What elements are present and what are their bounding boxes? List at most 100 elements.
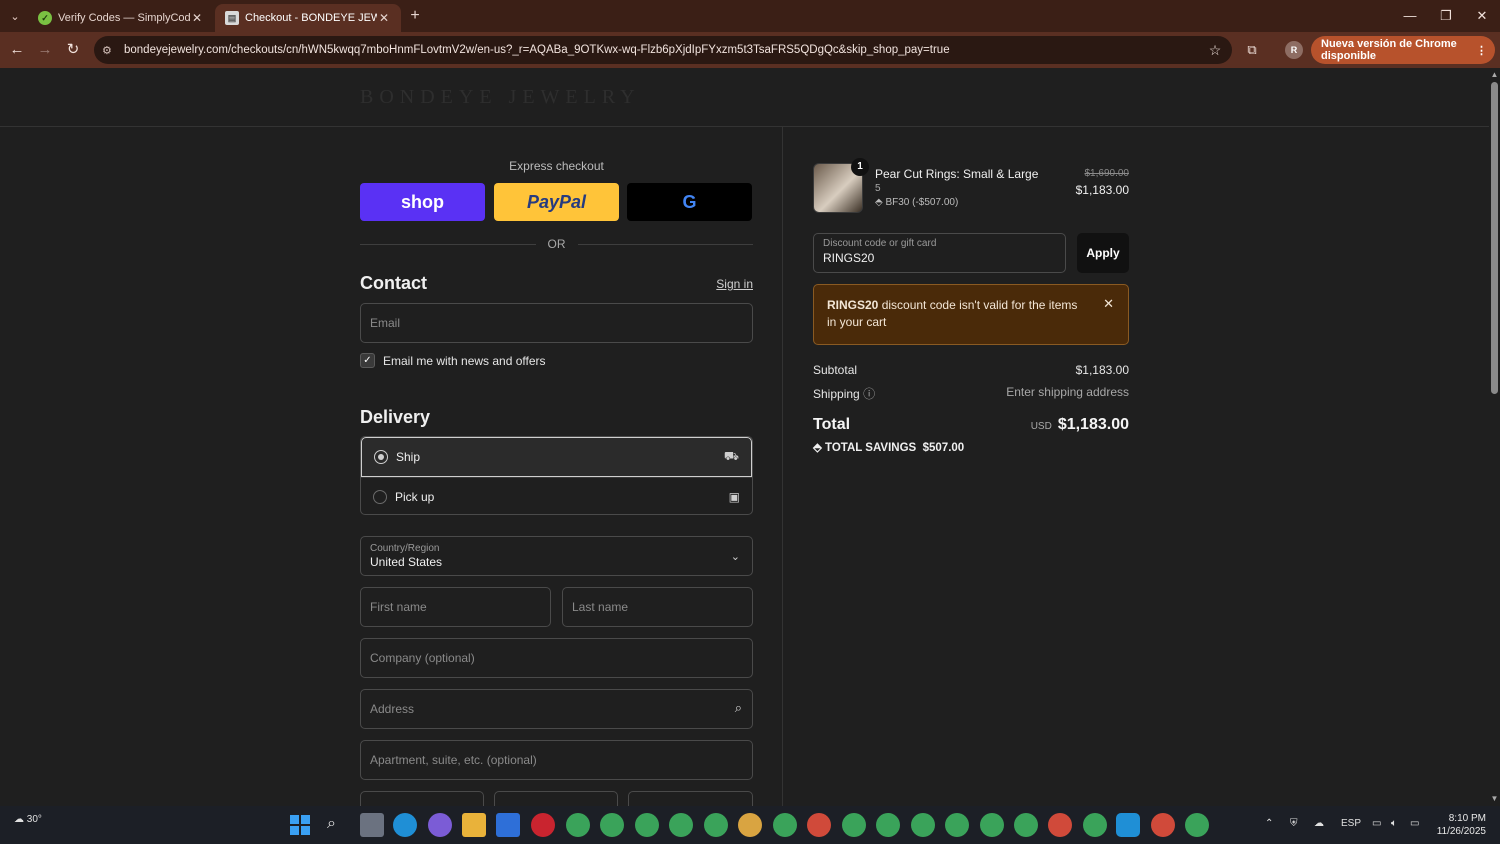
url-text[interactable]: bondeyejewelry.com/checkouts/cn/hWN5kwqq… [124, 44, 1204, 56]
chrome-profile-icon[interactable] [704, 813, 728, 837]
chrome-profile-icon[interactable] [1151, 813, 1175, 837]
windows-start-icon[interactable] [290, 815, 310, 835]
scroll-down-icon[interactable]: ▼ [1490, 794, 1499, 803]
tab-checkout[interactable]: ▤ Checkout - BONDEYE JEWELRY ✕ [215, 4, 401, 32]
address-bar[interactable]: ⚙ bondeyejewelry.com/checkouts/cn/hWN5kw… [94, 36, 1232, 64]
savings-label: TOTAL SAVINGS [825, 442, 917, 454]
express-checkout-title: Express checkout [509, 159, 604, 173]
new-tab-button[interactable]: + [405, 6, 425, 26]
store-icon: ▣ [728, 490, 740, 504]
copilot-icon[interactable] [428, 813, 452, 837]
shop-header: BONDEYE JEWELRY [0, 68, 1489, 127]
error-code: RINGS20 [827, 298, 879, 312]
tab-title: Verify Codes — SimplyCodes [58, 12, 190, 24]
onedrive-cloud-icon[interactable]: ☁ [1314, 818, 1324, 829]
site-info-icon[interactable]: ⚙ [102, 44, 118, 57]
chrome-profile-icon[interactable] [773, 813, 797, 837]
forward-arrow-icon[interactable]: → [34, 39, 56, 61]
extensions-puzzle-icon[interactable]: ⧉ [1242, 40, 1262, 60]
chevron-up-icon[interactable]: ⌃ [1265, 818, 1273, 829]
scroll-up-icon[interactable]: ▲ [1490, 70, 1499, 79]
network-icon[interactable]: ▭ [1372, 818, 1381, 829]
chrome-profile-icon[interactable] [945, 813, 969, 837]
volume-icon[interactable]: 🔈︎ [1391, 818, 1397, 829]
shop-pay-button[interactable]: shop [360, 183, 485, 221]
brand-logo[interactable]: BONDEYE JEWELRY [360, 86, 641, 109]
company-field[interactable]: Company (optional) [360, 638, 753, 678]
chrome-profile-icon[interactable] [1185, 813, 1209, 837]
defender-icon[interactable]: ⛨ [1290, 818, 1298, 829]
tag-icon: ⬘ [813, 442, 826, 454]
chrome-profile-icon[interactable] [1083, 813, 1107, 837]
restore-icon[interactable]: ❐ [1434, 6, 1458, 26]
discount-code-field[interactable]: Discount code or gift card RINGS20 [813, 233, 1066, 273]
city-field[interactable] [360, 791, 484, 806]
clock-time: 8:10 PM [1448, 813, 1486, 824]
close-window-icon[interactable]: ✕ [1470, 6, 1494, 26]
system-clock[interactable]: 8:10 PM 11/26/2025 [1434, 812, 1486, 838]
security-shield-icon[interactable] [1116, 813, 1140, 837]
bookmark-star-icon[interactable]: ☆ [1204, 42, 1226, 59]
sign-in-link[interactable]: Sign in [716, 277, 753, 291]
file-explorer-icon[interactable] [462, 813, 486, 837]
page-scrollbar[interactable]: ▲ ▼ [1489, 68, 1500, 806]
tab-strip: ⌄ ✓ Verify Codes — SimplyCodes ✕ ▤ Check… [0, 0, 1500, 32]
pickup-radio[interactable] [373, 490, 387, 504]
country-select[interactable]: Country/Region United States ⌄ [360, 536, 753, 576]
chrome-profile-icon[interactable] [980, 813, 1004, 837]
delivery-option-ship[interactable]: Ship ⛟ [361, 437, 752, 477]
apply-discount-button[interactable]: Apply [1077, 233, 1129, 273]
shipping-label: Shipping [813, 387, 860, 401]
language-indicator[interactable]: ESP [1341, 818, 1361, 829]
store-app-icon[interactable] [496, 813, 520, 837]
zip-field[interactable] [628, 791, 753, 806]
edge-icon[interactable] [393, 813, 417, 837]
chrome-profile-icon[interactable] [566, 813, 590, 837]
savings-value: $507.00 [922, 442, 965, 454]
paypal-button[interactable]: PayPal [494, 183, 619, 221]
chrome-profile-icon[interactable] [635, 813, 659, 837]
close-tab-icon[interactable]: ✕ [377, 11, 391, 25]
help-circle-icon[interactable]: ⓘ [863, 387, 875, 401]
email-field[interactable]: Email [360, 303, 753, 343]
profile-avatar[interactable]: R [1285, 41, 1303, 59]
first-name-field[interactable]: First name [360, 587, 551, 627]
back-arrow-icon[interactable]: ← [6, 39, 28, 61]
battery-icon[interactable]: ▭ [1410, 818, 1419, 829]
chrome-profile-icon[interactable] [807, 813, 831, 837]
chrome-profile-icon[interactable] [1048, 813, 1072, 837]
discount-label: Discount code or gift card [823, 238, 937, 249]
delivery-title: Delivery [360, 407, 431, 427]
last-name-field[interactable]: Last name [562, 587, 753, 627]
close-icon[interactable]: ✕ [1103, 295, 1114, 312]
chrome-profile-icon[interactable] [911, 813, 935, 837]
news-checkbox[interactable]: ✓ [360, 353, 375, 368]
apartment-field[interactable]: Apartment, suite, etc. (optional) [360, 740, 753, 780]
chrome-profile-icon[interactable] [600, 813, 624, 837]
chrome-profile-icon[interactable] [842, 813, 866, 837]
taskbar-search-icon[interactable]: ⌕ [327, 815, 336, 833]
chrome-active-icon[interactable] [738, 813, 762, 837]
news-opt-in[interactable]: ✓ Email me with news and offers [360, 353, 546, 368]
app-red-icon[interactable] [531, 813, 555, 837]
chrome-profile-icon[interactable] [669, 813, 693, 837]
scroll-thumb[interactable] [1491, 82, 1498, 394]
minimize-icon[interactable]: — [1398, 6, 1422, 26]
tab-search-chevron-icon[interactable]: ⌄ [4, 5, 26, 27]
reload-icon[interactable]: ↻ [62, 39, 84, 61]
chrome-update-button[interactable]: Nueva versión de Chrome disponible ⋮ [1311, 36, 1495, 64]
state-field[interactable] [494, 791, 618, 806]
chrome-profile-icon[interactable] [876, 813, 900, 837]
chrome-profile-icon[interactable] [1014, 813, 1038, 837]
address-field[interactable]: Address ⌕ [360, 689, 753, 729]
delivery-option-pickup[interactable]: Pick up ▣ [361, 477, 752, 514]
weather-widget[interactable]: ☁ 30° [14, 814, 42, 825]
weather-icon: ☁ [14, 814, 24, 825]
close-tab-icon[interactable]: ✕ [190, 11, 204, 25]
google-pay-button[interactable]: G [627, 183, 752, 221]
tab-simplycodes[interactable]: ✓ Verify Codes — SimplyCodes ✕ [28, 4, 214, 32]
ship-radio[interactable] [374, 450, 388, 464]
task-view-icon[interactable] [360, 813, 384, 837]
product-price: $1,183.00 [1075, 183, 1129, 197]
windows-taskbar: ☁ 30° ⌕ ⌃ ⛨ ☁ ESP ▭ 🔈︎ ▭ 8:10 PM 11/26/2… [0, 806, 1500, 844]
